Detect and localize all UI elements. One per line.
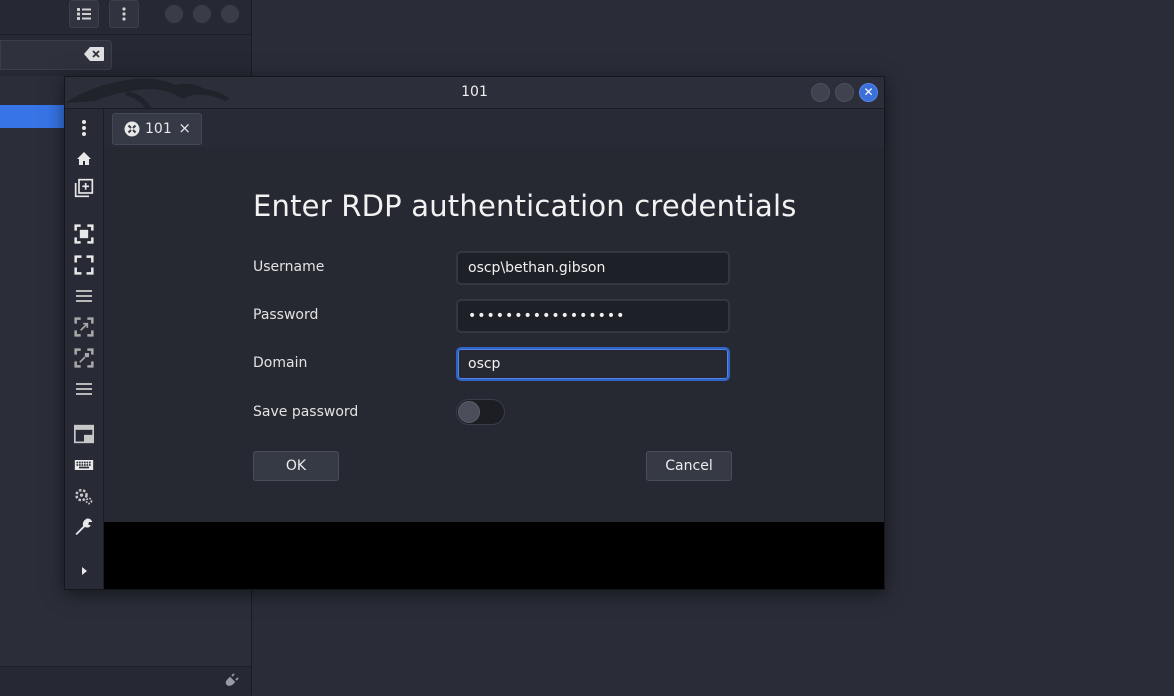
rdp-protocol-icon: [124, 121, 140, 137]
clear-text-icon[interactable]: [84, 47, 104, 61]
save-password-label: Save password: [253, 404, 359, 420]
domain-field[interactable]: oscp: [456, 347, 730, 381]
toggle-knob: [458, 401, 480, 423]
maximize-button[interactable]: [835, 83, 854, 102]
selected-list-item[interactable]: [0, 105, 64, 128]
username-label: Username: [253, 259, 325, 275]
minimize-button[interactable]: [811, 83, 830, 102]
password-label: Password: [253, 307, 319, 323]
connection-toolbar: [65, 109, 104, 589]
multi-monitor-icon[interactable]: [74, 424, 94, 444]
username-field[interactable]: oscp\bethan.gibson: [456, 251, 730, 285]
main-toolbar: [0, 0, 251, 35]
scale-icon[interactable]: [74, 317, 94, 337]
tab-bar: 101 ×: [104, 109, 884, 147]
kebab-menu-icon[interactable]: [109, 0, 139, 28]
new-tab-icon[interactable]: [74, 178, 94, 198]
kebab-menu-icon[interactable]: [74, 118, 94, 138]
tab-101[interactable]: 101 ×: [112, 113, 202, 145]
menu-lines-icon[interactable]: [74, 286, 94, 306]
tools-icon[interactable]: [74, 517, 94, 537]
plug-icon[interactable]: [224, 672, 240, 688]
dynamic-resolution-icon[interactable]: [74, 348, 94, 368]
close-button[interactable]: [220, 4, 240, 24]
save-password-toggle[interactable]: [456, 399, 505, 425]
title-bar[interactable]: 101 ✕: [65, 77, 884, 109]
ok-button[interactable]: OK: [253, 451, 339, 481]
tab-label: 101: [145, 121, 172, 137]
menu-lines-icon[interactable]: [74, 379, 94, 399]
window-title: 101: [461, 84, 488, 100]
status-bar: [0, 666, 251, 696]
keyboard-icon[interactable]: [74, 455, 94, 475]
fit-window-icon[interactable]: [74, 224, 94, 244]
list-icon[interactable]: [69, 0, 99, 28]
fullscreen-icon[interactable]: [74, 255, 94, 275]
minimize-button[interactable]: [164, 4, 184, 24]
cancel-button[interactable]: Cancel: [646, 451, 732, 481]
auth-heading: Enter RDP authentication credentials: [253, 189, 797, 223]
close-icon[interactable]: ✕: [859, 83, 878, 102]
preferences-icon[interactable]: [74, 486, 94, 506]
expand-arrow-icon[interactable]: [74, 561, 94, 581]
connection-window: 101 ✕ 101 × Enter RDP authentication cre…: [64, 76, 885, 590]
domain-label: Domain: [253, 355, 308, 371]
password-field[interactable]: •••••••••••••••••: [456, 299, 730, 333]
home-icon[interactable]: [74, 149, 94, 169]
remote-desktop-area[interactable]: [104, 522, 884, 589]
tab-close-icon[interactable]: ×: [178, 119, 191, 137]
maximize-button[interactable]: [192, 4, 212, 24]
